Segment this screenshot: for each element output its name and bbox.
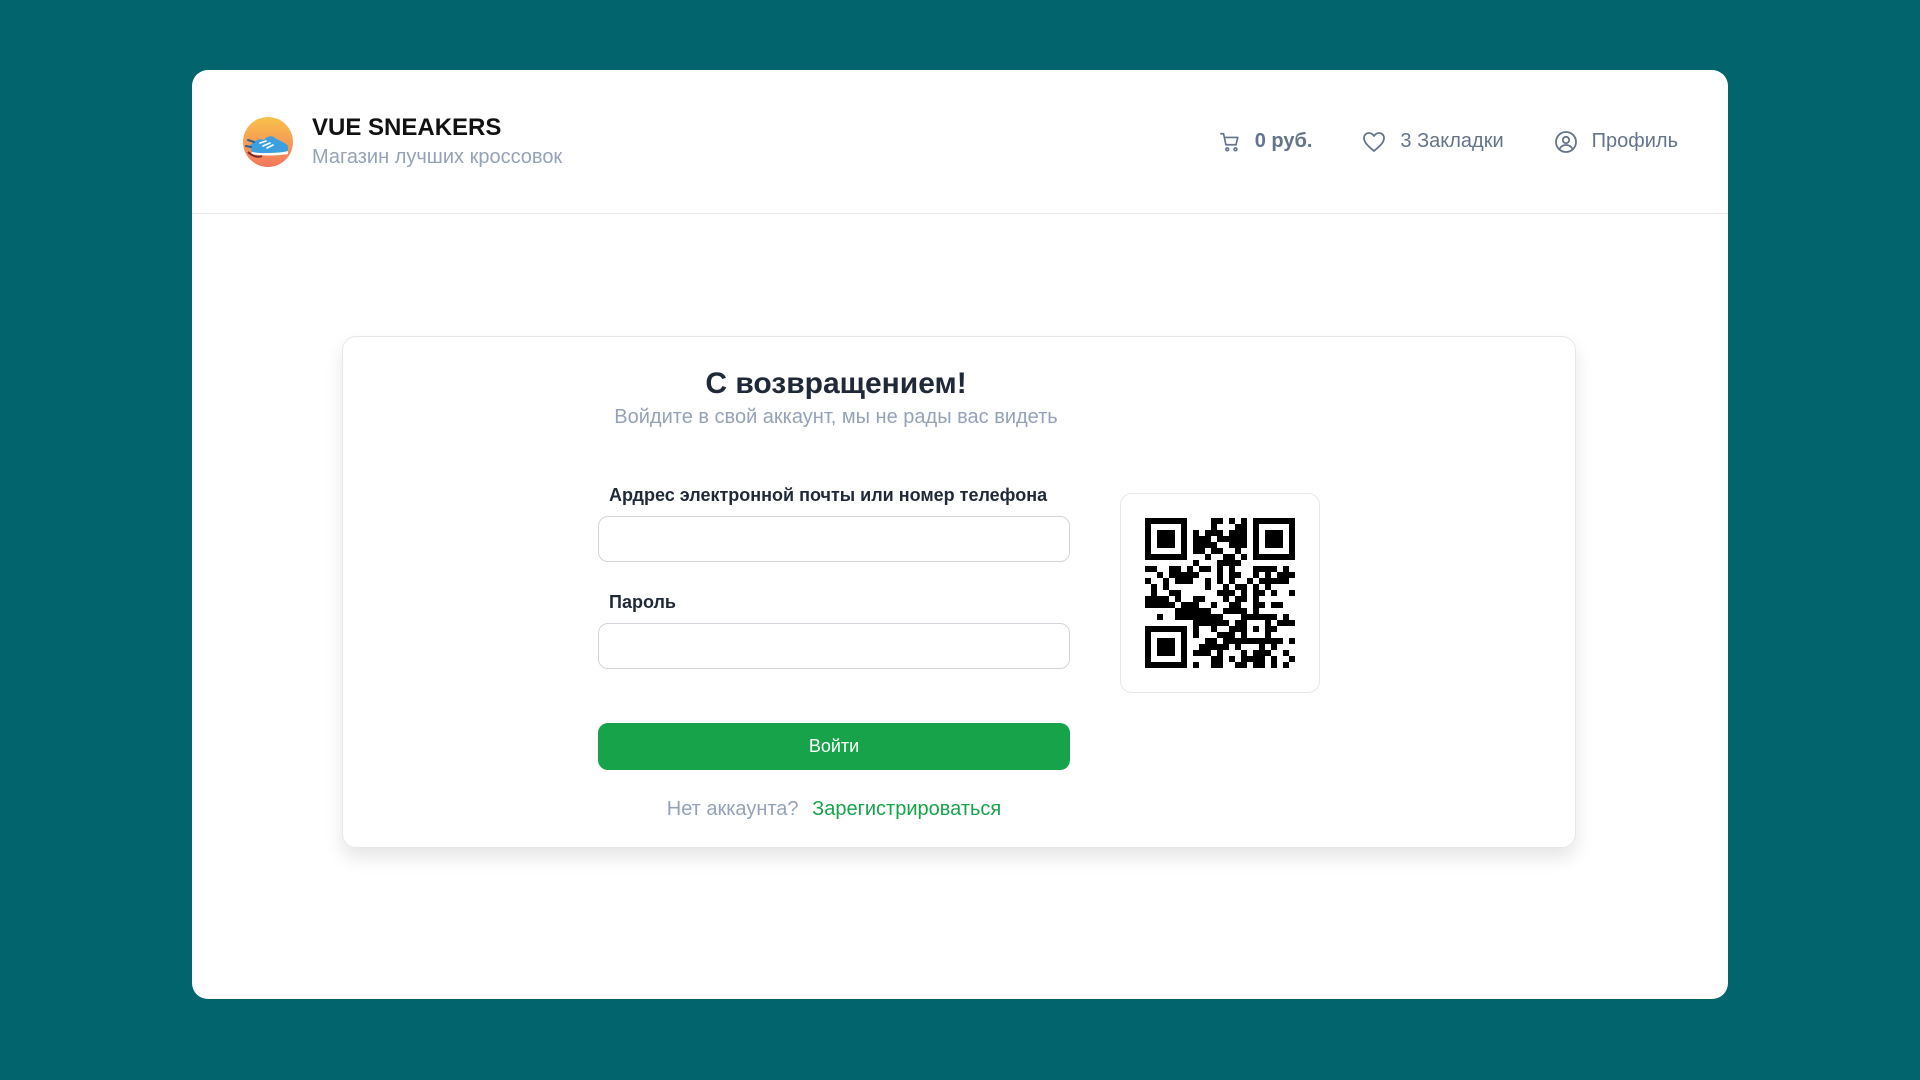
cart-button[interactable]: 0 руб. xyxy=(1219,130,1313,153)
email-label: Ардрес электронной почты или номер телеф… xyxy=(609,485,1048,505)
bookmarks-label: 3 Закладки xyxy=(1400,130,1504,152)
header-nav: 0 руб. 3 Закладки Профиль xyxy=(1219,130,1678,154)
register-row: Нет аккаунта? Зарегистрироваться xyxy=(598,795,1070,823)
profile-button[interactable]: Профиль xyxy=(1554,130,1678,154)
cart-icon xyxy=(1219,132,1239,152)
qr-code xyxy=(1120,493,1320,693)
email-field[interactable] xyxy=(598,516,1070,562)
qr-code-icon xyxy=(1145,518,1295,668)
profile-label: Профиль xyxy=(1591,130,1678,152)
brand-text: VUE SNEAKERS Магазин лучших кроссовок xyxy=(312,113,562,171)
login-subtitle: Войдите в свой аккаунт, мы не рады вас в… xyxy=(614,406,1058,428)
bookmarks-button[interactable]: 3 Закладки xyxy=(1362,130,1504,153)
password-field[interactable] xyxy=(598,623,1070,669)
brand-title: VUE SNEAKERS xyxy=(312,113,502,141)
header: VUE SNEAKERS Магазин лучших кроссовок 0 … xyxy=(192,70,1728,214)
brand-subtitle: Магазин лучших кроссовок xyxy=(312,145,563,168)
brand[interactable]: VUE SNEAKERS Магазин лучших кроссовок xyxy=(242,113,562,171)
password-label: Пароль xyxy=(609,592,676,612)
sneaker-logo-icon xyxy=(243,116,293,167)
login-card: С возвращением! Войдите в свой аккаунт, … xyxy=(342,336,1576,848)
login-title: С возвращением! xyxy=(705,367,967,400)
app-window: VUE SNEAKERS Магазин лучших кроссовок 0 … xyxy=(192,70,1728,999)
user-circle-icon xyxy=(1554,130,1577,153)
register-prompt: Нет аккаунта? xyxy=(666,798,799,820)
register-link[interactable]: Зарегистрироваться xyxy=(812,798,1001,820)
login-button[interactable]: Войти xyxy=(598,723,1070,770)
cart-total: 0 руб. xyxy=(1254,130,1313,152)
heart-icon xyxy=(1363,131,1386,152)
